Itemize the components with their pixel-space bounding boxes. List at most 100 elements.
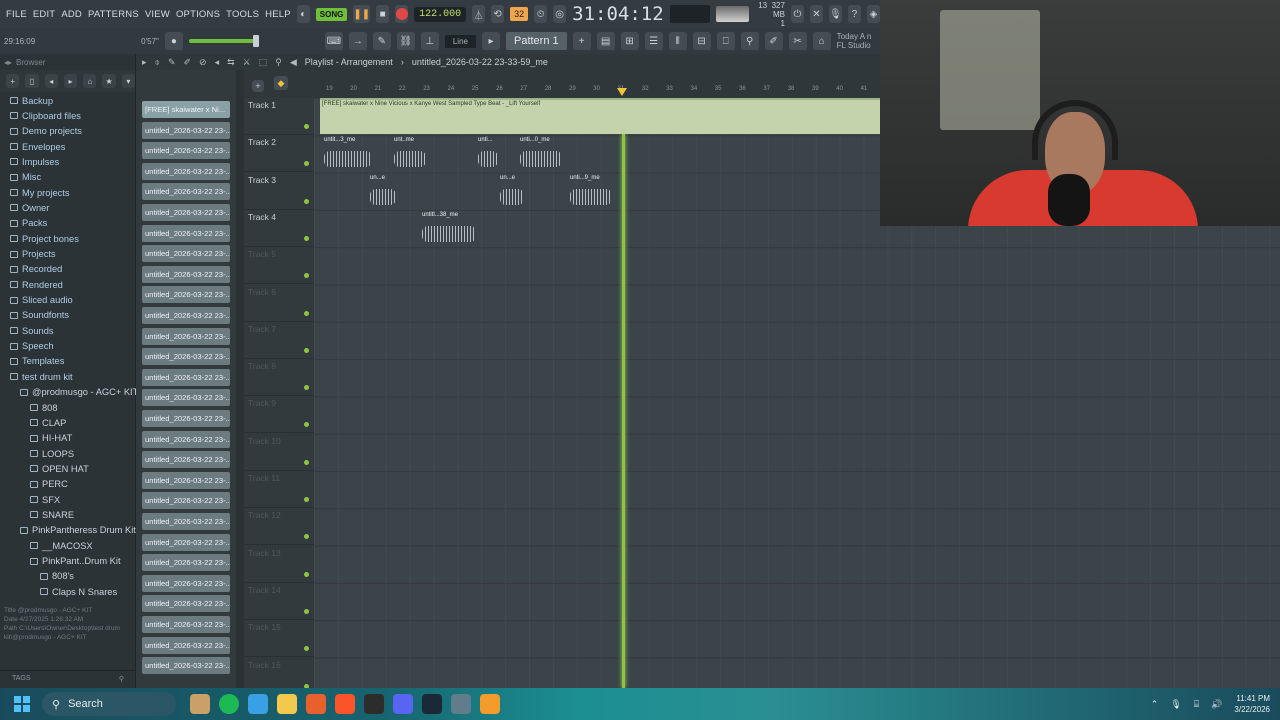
audio-clip[interactable]: unti... [476, 136, 500, 171]
volume-icon[interactable]: 🔊 [1211, 699, 1222, 710]
browser-item[interactable]: Misc [10, 170, 41, 185]
clip-picker-item[interactable]: untitled_2026-03-22 23-... [142, 492, 230, 510]
browser-item[interactable]: CLAP [30, 415, 66, 430]
file-explorer-icon[interactable] [277, 694, 297, 714]
news-panel[interactable]: Today A n FL Studio [837, 32, 872, 50]
browser-item[interactable]: Project bones [10, 231, 79, 246]
audio-clip[interactable]: unt..me [392, 136, 428, 171]
menu-options[interactable]: OPTIONS [176, 9, 220, 20]
browser-item[interactable]: Rendered [10, 277, 63, 292]
plugin-picker-icon[interactable]: ⚲ [740, 32, 759, 50]
song-mode-button[interactable]: SONG [315, 7, 348, 21]
menu-help[interactable]: HELP [265, 9, 291, 20]
add-track-icon[interactable]: + [252, 80, 264, 92]
clip-picker-item[interactable]: untitled_2026-03-22 23-... [142, 451, 230, 469]
master-pitch-knob-icon[interactable]: ● [164, 32, 183, 50]
audio-clip[interactable]: untitl...38_me [420, 211, 478, 246]
blend-notes-icon[interactable]: ◎ [553, 5, 567, 23]
browser-item[interactable]: Sounds [10, 323, 54, 338]
track-header[interactable]: Track 3 [244, 173, 314, 210]
browser-item[interactable]: Recorded [10, 262, 62, 277]
audio-clip[interactable]: un...e [498, 174, 526, 209]
track-mute-led[interactable] [304, 347, 309, 353]
track-mute-led[interactable] [304, 310, 309, 316]
zoom-tool-icon[interactable]: ⚲ [275, 57, 282, 68]
settings-icon[interactable] [451, 694, 471, 714]
news-icon[interactable]: ⌂ [812, 32, 831, 50]
track-header[interactable]: Track 9 [244, 396, 314, 434]
clip-picker-item[interactable]: untitled_2026-03-22 23-... [142, 657, 230, 675]
piano-roll-icon[interactable]: ⊞ [620, 32, 639, 50]
audio-clip[interactable]: un...e [368, 174, 398, 209]
browser-forward-icon[interactable]: ▸ [63, 74, 78, 88]
playhead-line[interactable] [622, 134, 625, 688]
playhead-marker[interactable] [617, 88, 627, 96]
browser-item[interactable]: @prodmusgo - AGC+ KIT [20, 385, 138, 400]
fl-studio-icon[interactable] [480, 694, 500, 714]
browser-item[interactable]: Templates [10, 354, 64, 369]
clip-picker-item[interactable]: untitled_2026-03-22 23-... [142, 327, 230, 345]
track-mute-led[interactable] [304, 273, 309, 279]
browser-item[interactable]: LOOPS [30, 446, 74, 461]
browser-item[interactable]: Claps N Snares [40, 584, 117, 599]
browser-item[interactable]: Sliced audio [10, 293, 73, 308]
slip-tool-icon[interactable]: ⇆ [227, 57, 235, 68]
plugin-icon[interactable]: ◈ [866, 5, 880, 23]
brush-icon[interactable]: ✎ [372, 32, 391, 50]
track-header[interactable]: Track 12 [244, 508, 314, 546]
track-mute-led[interactable] [304, 608, 309, 614]
playback-tool-icon[interactable]: ◀ [290, 57, 297, 68]
menu-add[interactable]: ADD [61, 9, 82, 20]
browser-item[interactable]: Speech [10, 339, 54, 354]
browser-home-icon[interactable]: ⌂ [83, 74, 97, 88]
clip-picker-item[interactable]: untitled_2026-03-22 23-... [142, 636, 230, 654]
browser-item[interactable]: test drum kit [10, 369, 73, 384]
plugin-database-icon[interactable]: ⎕ [716, 32, 735, 50]
playlist-arrow-icon[interactable]: ▸ [142, 57, 147, 68]
obs-icon[interactable] [364, 694, 384, 714]
browser-item[interactable]: PERC [30, 477, 68, 492]
tags-search-icon[interactable]: ⚲ [119, 675, 124, 684]
browser-item[interactable]: Owner [10, 200, 49, 215]
channel-rack-icon[interactable]: ☰ [644, 32, 663, 50]
audio-clip[interactable]: untit...3_me [322, 136, 374, 171]
timeline-ruler[interactable]: + ◆ 19 20 21 22 23 24 25 26 27 28 29 30 31 32 33 34 35 36… [244, 70, 880, 98]
browser-item[interactable]: Demo projects [10, 124, 82, 139]
track-header[interactable]: Track 10 [244, 434, 314, 471]
spotify-icon[interactable] [219, 694, 239, 714]
stamp-icon[interactable]: ⊥ [420, 32, 439, 50]
draw-tool-icon[interactable]: ✎ [168, 57, 176, 68]
browser-item[interactable]: My projects [10, 185, 70, 200]
audio-clip[interactable]: unti...9_me [568, 174, 614, 209]
track-header[interactable]: Track 7 [244, 322, 314, 359]
step-edit-button[interactable]: 32 [510, 7, 529, 21]
song-time-display[interactable]: 31:04:12 [572, 3, 664, 25]
network-icon[interactable]: ⌸ [1194, 699, 1199, 710]
track-header[interactable]: Track 13 [244, 546, 314, 583]
loop-record-icon[interactable]: ⟲ [491, 5, 505, 23]
clip-picker-item[interactable]: untitled_2026-03-22 23-... [142, 430, 230, 448]
browser-icon[interactable]: ⊟ [692, 32, 711, 50]
track-header[interactable]: Track 1 [244, 98, 314, 135]
track-mute-led[interactable] [304, 646, 309, 652]
track-mute-led[interactable] [304, 385, 309, 391]
browser-all-icon[interactable]: + [6, 74, 20, 88]
track-header[interactable]: Track 11 [244, 471, 314, 508]
clip-picker-item[interactable]: untitled_2026-03-22 23-... [142, 554, 230, 572]
slice-tool-icon[interactable]: ⚔ [243, 57, 251, 68]
brave-icon[interactable] [335, 694, 355, 714]
track-header[interactable]: Track 8 [244, 359, 314, 397]
clip-picker-item[interactable]: untitled_2026-03-22 23-... [142, 121, 230, 139]
browser-star-icon[interactable]: ★ [102, 74, 116, 88]
menu-view[interactable]: VIEW [145, 9, 170, 20]
taskbar-search[interactable]: ⚲ Search [42, 692, 176, 716]
countdown-icon[interactable]: ⏲ [534, 5, 548, 23]
browser-item[interactable]: Projects [10, 247, 56, 262]
mic-tray-icon[interactable]: 🎙 [1170, 699, 1181, 710]
clip-picker-item[interactable]: untitled_2026-03-22 23-... [142, 410, 230, 427]
slider-knob[interactable] [252, 35, 259, 47]
pattern-selector[interactable]: Pattern 1 [505, 32, 567, 50]
brush-tool-icon[interactable]: ✐ [764, 32, 783, 50]
clip-picker-item[interactable]: [FREE] skaiwater x Ni... [142, 101, 230, 118]
windows-start-icon[interactable] [14, 696, 30, 712]
